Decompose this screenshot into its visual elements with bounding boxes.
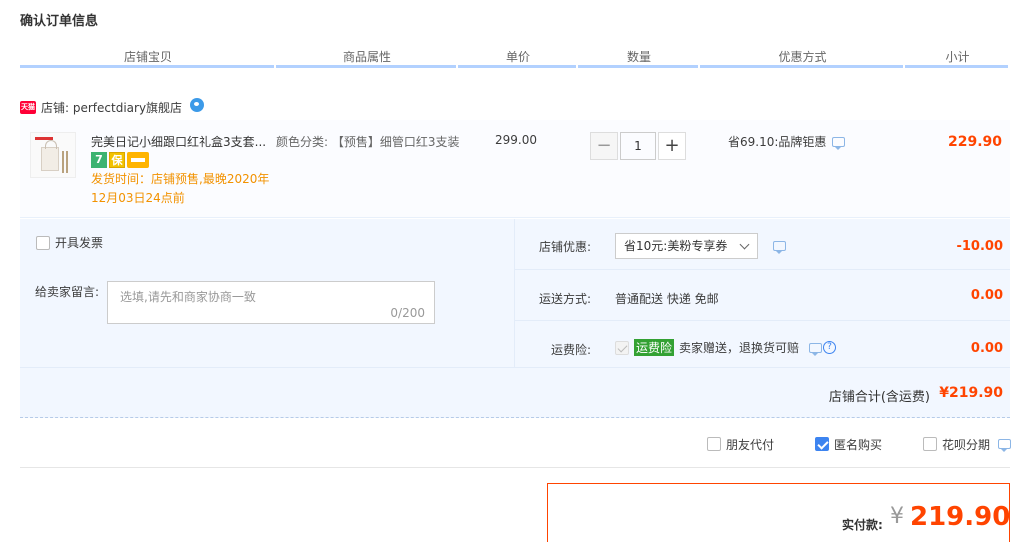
huabei-installment-checkbox[interactable]: 花呗分期 <box>923 435 1012 453</box>
shop-total-label: 店铺合计(含运费) <box>828 390 930 405</box>
chevron-down-icon <box>739 239 750 250</box>
insurance-text: 卖家赠送，退换货可赔 <box>679 341 800 355</box>
quantity-increase-button[interactable]: + <box>658 132 686 160</box>
header-quantity: 数量 <box>578 48 700 68</box>
attribute-label: 颜色分类: <box>276 135 329 149</box>
checkbox-icon[interactable] <box>923 437 937 451</box>
message-char-count: 0/200 <box>390 306 425 320</box>
shipping-time-note: 发货时间：店铺预售,最晚2020年12月03日24点前 <box>91 172 270 205</box>
friend-pay-checkbox[interactable]: 朋友代付 <box>707 435 774 453</box>
product-title-link[interactable]: 完美日记小细跟口红礼盒3支套... <box>91 133 276 150</box>
message-label: 给卖家留言: <box>35 285 100 299</box>
page-title: 确认订单信息 <box>20 14 99 29</box>
help-icon[interactable]: ? <box>823 341 837 354</box>
shop-total-amount: ¥219.90 <box>939 385 1003 401</box>
divider <box>515 320 1010 321</box>
insurance-checkbox[interactable] <box>615 340 629 355</box>
divider <box>514 219 515 367</box>
anonymous-purchase-checkbox[interactable]: 匿名购买 <box>815 435 882 453</box>
checkbox-checked-icon[interactable] <box>815 437 829 451</box>
shop-coupon-value: 省10元:美粉专享券 <box>624 239 728 253</box>
payment-amount: 219.90 <box>910 502 1011 532</box>
quantity-stepper: − 1 + <box>590 132 686 160</box>
shipping-amount: 0.00 <box>970 288 1003 303</box>
insurance-label: 运费险: <box>551 343 592 357</box>
checkbox-icon[interactable] <box>707 437 721 451</box>
guarantee-icon[interactable]: 保 <box>109 152 125 168</box>
payment-label: 实付款: <box>842 518 883 532</box>
service-badges: 7 保 <box>91 152 149 168</box>
product-thumbnail[interactable] <box>30 132 76 178</box>
shipping-label: 运送方式: <box>539 292 592 306</box>
shop-name-link[interactable]: 店铺: perfectdiary旗舰店 <box>41 99 182 116</box>
huabei-installment-label: 花呗分期 <box>942 437 991 452</box>
anonymous-purchase-label: 匿名购买 <box>834 437 883 452</box>
message-tip-icon[interactable] <box>998 439 1012 452</box>
friend-pay-label: 朋友代付 <box>726 437 775 452</box>
shop-total-row: 店铺合计(含运费) ¥219.90 <box>20 367 1010 418</box>
header-attributes: 商品属性 <box>276 48 458 68</box>
invoice-label: 开具发票 <box>55 236 104 250</box>
wangwang-chat-icon[interactable] <box>190 98 205 112</box>
insurance-amount: 0.00 <box>970 341 1003 356</box>
header-items: 店铺宝贝 <box>20 48 276 68</box>
order-item-row: 完美日记小细跟口红礼盒3支套... 7 保 发货时间：店铺预售,最晚2020年1… <box>20 120 1010 218</box>
invoice-checkbox[interactable]: 开具发票 <box>36 234 103 251</box>
payment-summary-box: 实付款: ¥ 219.90 <box>547 483 1010 542</box>
quantity-input[interactable]: 1 <box>620 132 656 160</box>
header-subtotal: 小计 <box>905 48 1010 68</box>
shop-coupon-select[interactable]: 省10元:美粉专享券 <box>615 233 758 259</box>
message-tip-icon[interactable] <box>773 241 786 254</box>
currency-symbol: ¥ <box>890 504 904 529</box>
message-tip-icon[interactable] <box>832 136 846 150</box>
message-placeholder: 选填,请先和商家协商一致 <box>120 290 256 304</box>
insurance-tag: 运费险 <box>634 339 675 356</box>
attribute-value: 【预售】细管口红3支装 <box>331 135 460 149</box>
divider <box>515 269 1010 270</box>
header-discount: 优惠方式 <box>700 48 905 68</box>
shipping-method: 普通配送 快递 免邮 <box>615 292 719 306</box>
quantity-decrease-button[interactable]: − <box>590 132 618 160</box>
message-tip-icon[interactable] <box>809 342 823 356</box>
credit-card-icon[interactable] <box>127 152 149 168</box>
seven-day-return-icon[interactable]: 7 <box>91 152 107 168</box>
shop-coupon-label: 店铺优惠: <box>539 240 592 254</box>
tmall-icon: 天猫 <box>20 100 36 114</box>
item-subtotal: 229.90 <box>948 134 1003 150</box>
discount-text: 省69.10:品牌钜惠 <box>728 135 827 149</box>
checkbox-icon[interactable] <box>36 235 50 250</box>
shop-coupon-amount: -10.00 <box>956 239 1003 254</box>
column-headers: 店铺宝贝 商品属性 单价 数量 优惠方式 小计 <box>20 48 1010 68</box>
divider <box>20 467 1010 468</box>
seller-message-textarea[interactable]: 选填,请先和商家协商一致 0/200 <box>107 281 435 324</box>
insurance-option: 运费险 卖家赠送，退换货可赔 ? <box>615 339 837 356</box>
shop-line: 天猫 店铺: perfectdiary旗舰店 <box>20 98 205 116</box>
header-unit-price: 单价 <box>458 48 578 68</box>
item-discount: 省69.10:品牌钜惠 <box>728 133 846 150</box>
unit-price: 299.00 <box>495 133 537 147</box>
product-attribute: 颜色分类: 【预售】细管口红3支装 <box>276 133 476 152</box>
